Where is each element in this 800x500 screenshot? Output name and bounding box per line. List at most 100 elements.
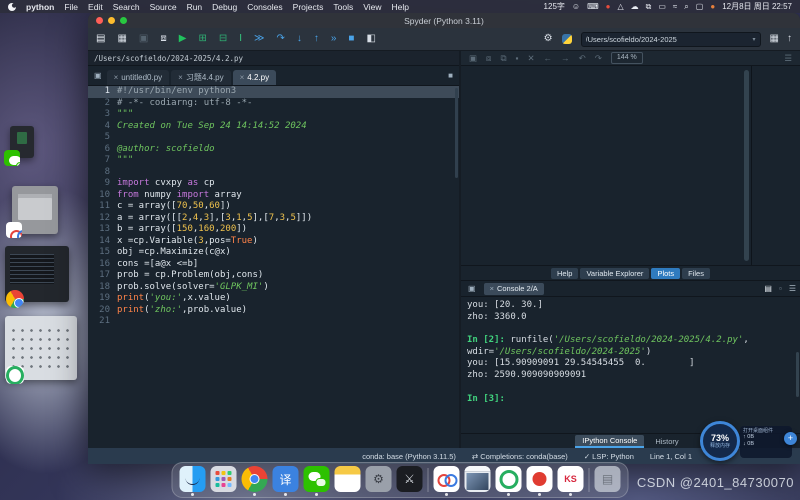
menu-run[interactable]: Run	[187, 2, 203, 12]
dock-minimized-window[interactable]	[465, 466, 491, 494]
memory-cleaner-widget[interactable]: 73% 释放内存 打开桌面组件 ↑ 0B ↓ 0B +	[700, 421, 795, 466]
copy-plot-icon[interactable]: ⧉	[500, 51, 506, 65]
step-over-icon[interactable]: ↷	[276, 34, 284, 44]
new-file-icon[interactable]: ▤	[96, 34, 105, 44]
tab-files[interactable]: Files	[682, 268, 710, 279]
menu-file[interactable]: File	[64, 2, 78, 12]
memory-gauge[interactable]: 73% 释放内存	[700, 421, 740, 461]
tab-help[interactable]: Help	[551, 268, 578, 279]
dock-launchpad[interactable]	[211, 466, 237, 494]
previous-plot-icon[interactable]: ←	[544, 51, 553, 65]
tab-4-2-py[interactable]: ×4.2.py	[233, 70, 276, 85]
cloud-sync-icon[interactable]: ☁	[631, 0, 639, 13]
remove-all-plots-icon[interactable]: ✕	[528, 51, 535, 65]
zoom-in-icon[interactable]: ↷	[595, 51, 602, 65]
stage-manager-icon[interactable]: ⧉	[646, 0, 652, 13]
minimized-window-preview-dialog[interactable]	[12, 186, 58, 234]
menu-view[interactable]: View	[363, 2, 381, 12]
tab-plots[interactable]: Plots	[651, 268, 680, 279]
dock-passwords-app[interactable]: ⚔	[397, 466, 423, 494]
dock-cloud-knot-app[interactable]	[434, 466, 460, 494]
ipython-console[interactable]: you: [20. 30.]zho: 3360.0 In [2]: runfil…	[461, 297, 800, 433]
dock-finder[interactable]	[180, 466, 206, 494]
save-all-icon[interactable]: ⧈	[160, 34, 166, 44]
spotlight-icon[interactable]: ⌕	[684, 0, 688, 13]
maximize-pane-icon[interactable]: ◧	[366, 34, 375, 44]
tab-variable-explorer[interactable]: Variable Explorer	[580, 268, 649, 279]
window-titlebar[interactable]: Spyder (Python 3.11)	[88, 13, 800, 28]
console-scrollbar[interactable]	[796, 352, 799, 397]
apple-menu-icon[interactable]	[8, 3, 16, 11]
run-icon[interactable]: ▶	[179, 34, 187, 44]
code-editor[interactable]: 1#!/usr/bin/env python32# -*- codiarng: …	[88, 86, 459, 448]
menu-help[interactable]: Help	[392, 2, 409, 12]
menu-debug[interactable]: Debug	[212, 2, 237, 12]
console-menu-icon[interactable]: ☰	[789, 284, 796, 293]
minimized-window-preview-wechat[interactable]	[10, 126, 34, 158]
run-cell-icon[interactable]: ⊞	[198, 34, 206, 44]
console-env-icon[interactable]: ▤	[764, 284, 772, 293]
python-icon[interactable]	[562, 34, 572, 44]
menu-projects[interactable]: Projects	[293, 2, 324, 12]
browse-console-tabs-icon[interactable]: ▣	[465, 284, 479, 293]
dock-ks-app[interactable]: KS	[558, 466, 584, 494]
menu-consoles[interactable]: Consoles	[247, 2, 282, 12]
open-file-icon[interactable]: ▦	[117, 34, 126, 44]
close-tab-icon[interactable]: ×	[178, 73, 183, 82]
save-all-plots-icon[interactable]: ⧈	[486, 51, 491, 65]
save-plot-icon[interactable]: ▣	[469, 51, 477, 65]
minimize-window-button[interactable]	[108, 17, 115, 24]
close-console-icon[interactable]: ×	[490, 284, 494, 293]
save-icon[interactable]: ▣	[139, 34, 148, 44]
editor-scrollbar[interactable]	[455, 88, 458, 178]
minimized-window-preview-ide[interactable]	[5, 246, 69, 302]
dock-trash[interactable]: ▤	[595, 466, 621, 494]
close-window-button[interactable]	[96, 17, 103, 24]
dock-translate-app[interactable]: 译	[273, 466, 299, 494]
dock-red-apple-app[interactable]	[527, 466, 553, 494]
battery-icon[interactable]: ▭	[658, 0, 666, 13]
continue-icon[interactable]: »	[331, 34, 337, 44]
minimized-window-preview-grid[interactable]	[5, 316, 77, 380]
menu-tools[interactable]: Tools	[333, 2, 353, 12]
parent-dir-icon[interactable]: ↑	[787, 34, 792, 44]
tab-ipython-console[interactable]: IPython Console	[575, 435, 644, 448]
plot-zoom-level[interactable]: 144 %	[611, 52, 643, 64]
recording-indicator-icon[interactable]: ●	[710, 0, 715, 13]
close-tab-icon[interactable]: ×	[114, 73, 119, 82]
tab-untitled0-py[interactable]: ×untitled0.py	[107, 70, 170, 85]
zoom-window-button[interactable]	[120, 17, 127, 24]
tab--4-4-py[interactable]: ×习题4.4.py	[171, 70, 230, 85]
widget-add-button[interactable]: +	[784, 432, 797, 445]
zoom-out-icon[interactable]: ↶	[579, 51, 586, 65]
keyboard-icon[interactable]: ⌨	[587, 0, 599, 13]
menu-clock[interactable]: 12月8日 周日 22:57	[722, 1, 792, 12]
working-directory-select[interactable]: /Users/scofieldo/2024-2025 ▾	[581, 32, 761, 47]
menu-edit[interactable]: Edit	[88, 2, 103, 12]
console-elapsed-icon[interactable]: ▫	[779, 284, 782, 293]
step-into-icon[interactable]: ↓	[297, 34, 302, 44]
open-dir-icon[interactable]: ▦	[770, 34, 779, 44]
step-out-icon[interactable]: ↑	[314, 34, 319, 44]
remove-plot-icon[interactable]: ▪	[516, 51, 519, 65]
close-tab-icon[interactable]: ×	[240, 73, 245, 82]
plots-scrollbar[interactable]	[744, 70, 749, 261]
dock-green-ring-app[interactable]	[496, 466, 522, 494]
menu-search[interactable]: Search	[113, 2, 140, 12]
debug-icon[interactable]: ≫	[254, 34, 264, 44]
dock-chrome[interactable]	[242, 466, 268, 494]
run-cell-advance-icon[interactable]: ⊟	[219, 34, 227, 44]
dock-wechat[interactable]	[304, 466, 330, 494]
tab-history[interactable]: History	[648, 436, 685, 447]
menu-source[interactable]: Source	[150, 2, 177, 12]
app-menu[interactable]: python	[26, 2, 54, 12]
shapes-icon[interactable]: △	[617, 0, 623, 13]
dock-system-settings[interactable]: ⚙	[366, 466, 392, 494]
record-icon[interactable]: ●	[606, 0, 611, 13]
dock-notes[interactable]	[335, 466, 361, 494]
preferences-wrench-icon[interactable]: ⚙	[544, 34, 553, 44]
next-plot-icon[interactable]: →	[561, 51, 570, 65]
run-selection-icon[interactable]: I	[239, 34, 242, 44]
editor-options-icon[interactable]: ■	[445, 71, 456, 80]
stop-icon[interactable]: ■	[348, 34, 354, 44]
